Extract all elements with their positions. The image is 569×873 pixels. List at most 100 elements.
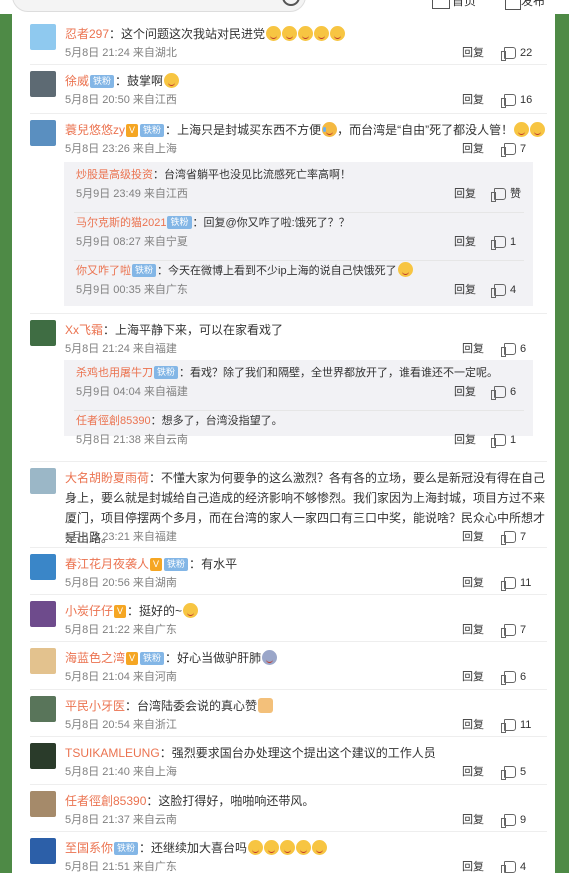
reply-button[interactable]: 回复 (462, 93, 484, 107)
colon: ： (192, 217, 204, 229)
like-icon[interactable] (501, 94, 516, 108)
username-link[interactable]: 忍者297 (65, 27, 109, 41)
like-icon[interactable] (501, 343, 516, 357)
like-icon[interactable] (501, 671, 516, 685)
publish-icon[interactable] (505, 0, 521, 10)
like-count[interactable]: 6 (520, 342, 526, 356)
reply-username-link[interactable]: 你又咋了啦 (76, 265, 131, 277)
like-icon[interactable] (491, 434, 506, 448)
reply-button[interactable]: 回复 (462, 670, 484, 684)
comment-meta: 5月8日 21:22 来自广东 (65, 624, 177, 636)
search-input[interactable] (12, 0, 306, 12)
avatar[interactable] (30, 320, 56, 346)
fan-badge: 铁粉 (154, 366, 179, 379)
reply-button[interactable]: 回复 (462, 623, 484, 637)
reply-meta: 5月9日 00:35 来自广东 (76, 284, 188, 296)
like-icon[interactable] (501, 143, 516, 157)
username-link[interactable]: Xx飞霜 (65, 323, 103, 337)
username-link[interactable]: 至国系你 (65, 841, 113, 855)
reply-username-link[interactable]: 炒股是高级投资 (76, 169, 153, 181)
like-count[interactable]: 1 (510, 433, 516, 447)
reply-button[interactable]: 回复 (462, 576, 484, 590)
avatar[interactable] (30, 791, 56, 817)
like-icon[interactable] (491, 284, 506, 298)
like-count[interactable]: 4 (520, 860, 526, 873)
comment-text: TSUIKAMLEUNG：强烈要求国台办处理这个提出这个建议的工作人员 (65, 743, 549, 763)
home-icon[interactable] (432, 0, 450, 9)
avatar[interactable] (30, 696, 56, 722)
right-background (555, 0, 569, 873)
reply-body: 回复@你又咋了啦:饿死了？？ (203, 217, 350, 229)
reply-username-link[interactable]: 杀鸡也用屠牛刀 (76, 367, 153, 379)
comment-body: 强烈要求国台办处理这个提出这个建议的工作人员 (171, 746, 436, 760)
avatar[interactable] (30, 120, 56, 146)
avatar[interactable] (30, 468, 56, 494)
like-count[interactable]: 1 (510, 235, 516, 249)
like-count[interactable]: 22 (520, 46, 532, 60)
like-count[interactable]: 11 (520, 576, 531, 590)
username-link[interactable]: TSUIKAMLEUNG (65, 746, 160, 760)
reply-button[interactable]: 回复 (462, 860, 484, 873)
reply-body: 今天在微博上看到不少ip上海的说自己快饿死了 (168, 265, 397, 277)
like-icon[interactable] (501, 814, 516, 828)
username-link[interactable]: 海蓝色之湾 (65, 651, 125, 665)
reply-button[interactable]: 回复 (454, 187, 476, 201)
like-icon[interactable] (491, 188, 506, 202)
like-count[interactable]: 5 (520, 765, 526, 779)
reply-button[interactable]: 回复 (454, 385, 476, 399)
like-icon[interactable] (501, 766, 516, 780)
username-link[interactable]: 平民小牙医 (65, 699, 125, 713)
colon: ： (139, 841, 152, 855)
publish-label[interactable]: 发布 (521, 0, 545, 8)
like-icon[interactable] (491, 386, 506, 400)
like-icon[interactable] (501, 624, 516, 638)
like-icon[interactable] (491, 236, 506, 250)
like-count[interactable]: 16 (520, 93, 532, 107)
like-icon[interactable] (501, 577, 516, 591)
like-count[interactable]: 7 (520, 530, 526, 544)
avatar[interactable] (30, 838, 56, 864)
reply-button[interactable]: 回复 (462, 765, 484, 779)
reply-button[interactable]: 回复 (462, 813, 484, 827)
like-count[interactable]: 9 (520, 813, 526, 827)
username-link[interactable]: 任者徑創85390 (65, 794, 146, 808)
comment-separator (30, 113, 547, 114)
reply-button[interactable]: 回复 (462, 46, 484, 60)
like-count[interactable]: 7 (520, 142, 526, 156)
avatar[interactable] (30, 743, 56, 769)
reply-item: 任者徑創85390：想多了，台湾没指望了。 (76, 412, 526, 430)
like-count[interactable]: 赞 (510, 187, 521, 201)
like-icon[interactable] (501, 861, 516, 873)
reply-button[interactable]: 回复 (462, 142, 484, 156)
reply-username-link[interactable]: 任者徑創85390 (76, 415, 151, 427)
home-label[interactable]: 首页 (452, 0, 476, 8)
avatar[interactable] (30, 601, 56, 627)
avatar[interactable] (30, 71, 56, 97)
like-count[interactable]: 11 (520, 718, 531, 732)
avatar[interactable] (30, 24, 56, 50)
reply-username-link[interactable]: 马尔克斯的猫2021 (76, 217, 166, 229)
avatar[interactable] (30, 554, 56, 580)
vip-badge: V (126, 124, 139, 137)
reply-button[interactable]: 回复 (462, 530, 484, 544)
username-link[interactable]: 徐威 (65, 74, 89, 88)
reply-button[interactable]: 回复 (454, 235, 476, 249)
like-icon[interactable] (501, 531, 516, 545)
reply-button[interactable]: 回复 (454, 283, 476, 297)
username-link[interactable]: 小炭仔仔 (65, 604, 113, 618)
avatar[interactable] (30, 648, 56, 674)
reply-button[interactable]: 回复 (462, 718, 484, 732)
username-link[interactable]: 春江花月夜袭人 (65, 557, 149, 571)
like-count[interactable]: 6 (510, 385, 516, 399)
like-count[interactable]: 7 (520, 623, 526, 637)
username-link[interactable]: 大名胡盼夏雨荷 (65, 471, 149, 485)
laugh-emoji-icon (314, 26, 330, 41)
reply-button[interactable]: 回复 (462, 342, 484, 356)
reply-button[interactable]: 回复 (454, 433, 476, 447)
username-link[interactable]: 蓑兒悠悠zy (65, 123, 125, 137)
like-icon[interactable] (501, 719, 516, 733)
like-count[interactable]: 4 (510, 283, 516, 297)
like-count[interactable]: 6 (520, 670, 526, 684)
like-icon[interactable] (501, 47, 516, 61)
colon: ： (103, 323, 116, 337)
